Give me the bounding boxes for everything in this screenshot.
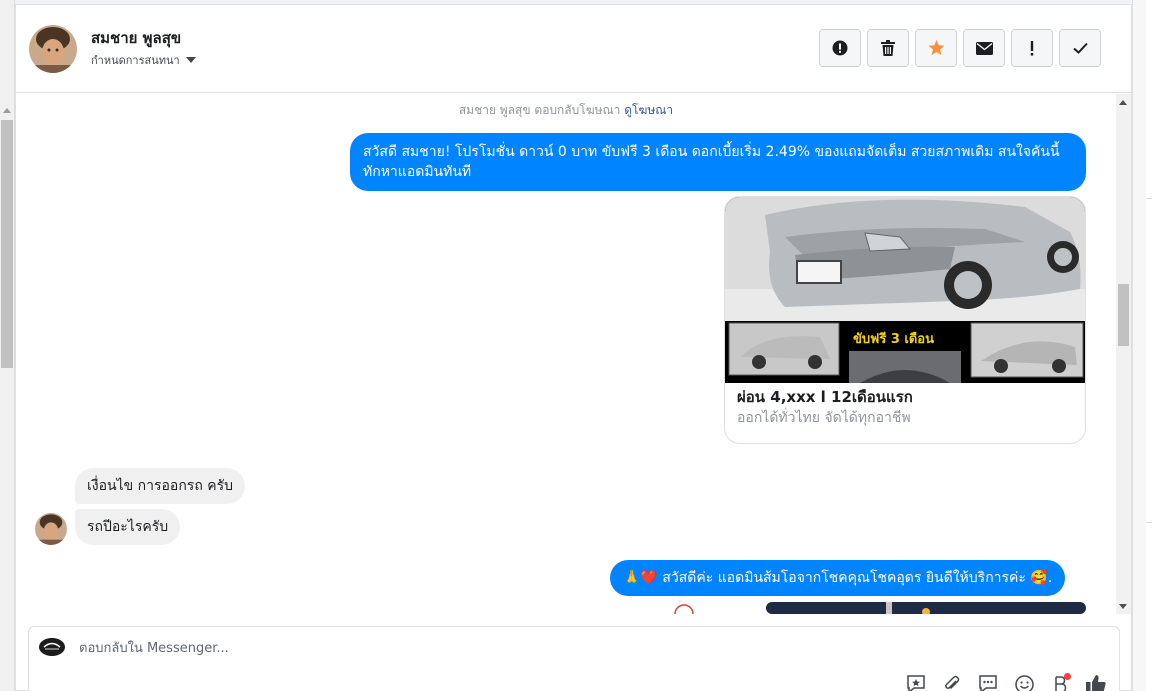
page-avatar bbox=[39, 637, 65, 657]
divider bbox=[1146, 198, 1152, 199]
exclamation-circle-icon bbox=[832, 40, 848, 56]
page-root: สมชาย พูลสุข กำหนดการสนทนา สมชาย พูลสุข … bbox=[0, 0, 1152, 691]
delete-button[interactable] bbox=[867, 29, 909, 67]
smiley-icon bbox=[1014, 674, 1034, 691]
composer-toolbar bbox=[905, 673, 1107, 691]
divider bbox=[1146, 522, 1152, 523]
page-message-bubble[interactable]: สวัสดี สมชาย! โปรโมชั่น ดาวน์ 0 บาท ขับฟ… bbox=[350, 133, 1086, 191]
reply-composer bbox=[28, 626, 1120, 691]
label-dropdown[interactable]: กำหนดการสนทนา bbox=[91, 51, 196, 69]
saved-reply-icon bbox=[907, 675, 925, 691]
customer-message-bubble[interactable]: เงื่อนไข การออกรถ ครับ bbox=[75, 468, 246, 504]
ad-reply-notice: สมชาย พูลสุข ตอบกลับโฆษณา ดูโฆษณา bbox=[16, 101, 1116, 120]
label-dropdown-text: กำหนดการสนทนา bbox=[91, 54, 180, 67]
customer-avatar[interactable] bbox=[35, 513, 67, 545]
left-scrollbar[interactable] bbox=[0, 0, 15, 691]
mark-unread-button[interactable] bbox=[963, 29, 1005, 67]
emoji-button[interactable] bbox=[1013, 673, 1035, 691]
important-button[interactable] bbox=[1011, 29, 1053, 67]
scroll-up-arrow-icon[interactable] bbox=[3, 108, 11, 113]
saved-reply-button[interactable] bbox=[905, 673, 927, 691]
customer-message-bubble[interactable]: รถปีอะไรครับ bbox=[75, 509, 181, 545]
attach-button[interactable] bbox=[941, 673, 963, 691]
star-icon bbox=[928, 40, 944, 56]
notification-dot bbox=[1064, 673, 1071, 680]
ad-car-image[interactable]: ขับฟรี 3 เดือน bbox=[725, 197, 1086, 383]
paperclip-icon bbox=[945, 675, 960, 690]
star-button[interactable] bbox=[915, 29, 957, 67]
ad-subtitle: ออกได้ทั่วไทย จัดได้ทุกอาชีพ bbox=[737, 410, 911, 426]
contact-avatar[interactable] bbox=[29, 25, 77, 73]
scroll-down-arrow-icon[interactable] bbox=[1119, 604, 1127, 609]
like-button[interactable] bbox=[1085, 673, 1107, 691]
conversation-header: สมชาย พูลสุข กำหนดการสนทนา bbox=[16, 5, 1131, 93]
caret-down-icon bbox=[185, 57, 196, 63]
message-text: เงื่อนไข การออกรถ ครับ bbox=[87, 478, 234, 494]
view-ad-link[interactable]: ดูโฆษณา bbox=[624, 103, 673, 117]
message-text: รถปีอะไรครับ bbox=[87, 519, 169, 535]
message-list[interactable]: สมชาย พูลสุข ตอบกลับโฆษณา ดูโฆษณา สวัสดี… bbox=[16, 94, 1116, 614]
thumbs-up-icon bbox=[1086, 675, 1106, 691]
reply-input[interactable] bbox=[79, 637, 779, 659]
done-button[interactable] bbox=[1059, 29, 1101, 67]
chat-bubble-icon bbox=[979, 675, 997, 691]
page-message-bubble[interactable]: 🙏❤️ สวัสดีค่ะ แอดมินส้มโอจากโชคคุณโชคอุด… bbox=[610, 560, 1066, 596]
ad-reply-notice-text: สมชาย พูลสุข ตอบกลับโฆษณา bbox=[458, 103, 621, 117]
action-toolbar bbox=[819, 29, 1101, 67]
trash-icon bbox=[881, 40, 895, 56]
report-spam-button[interactable] bbox=[819, 29, 861, 67]
message-text: 🙏❤️ สวัสดีค่ะ แอดมินส้มโอจากโชคคุณโชคอุด… bbox=[623, 570, 1053, 586]
message-scrollbar[interactable] bbox=[1116, 94, 1131, 614]
scrollbar-thumb[interactable] bbox=[1, 120, 13, 368]
outer-scrollbar-track[interactable] bbox=[1132, 0, 1146, 691]
ad-card[interactable]: ขับฟรี 3 เดือน ผ่อน 4,xxx l 12เดือนแรก อ… bbox=[724, 196, 1086, 444]
scroll-up-arrow-icon[interactable] bbox=[1119, 100, 1127, 105]
quick-reply-button[interactable] bbox=[977, 673, 999, 691]
scrollbar-thumb[interactable] bbox=[1118, 284, 1129, 346]
envelope-icon bbox=[975, 41, 993, 55]
ad-image-caption: ขับฟรี 3 เดือน bbox=[853, 331, 934, 347]
payment-button[interactable] bbox=[1049, 673, 1071, 691]
right-edge-strip bbox=[1132, 0, 1152, 691]
next-image-preview[interactable] bbox=[636, 602, 1086, 614]
check-icon bbox=[1072, 42, 1088, 54]
conversation-panel: สมชาย พูลสุข กำหนดการสนทนา สมชาย พูลสุข … bbox=[15, 4, 1132, 691]
ad-title: ผ่อน 4,xxx l 12เดือนแรก bbox=[737, 388, 913, 406]
message-text: สวัสดี สมชาย! โปรโมชั่น ดาวน์ 0 บาท ขับฟ… bbox=[363, 144, 1060, 180]
exclamation-icon bbox=[1030, 40, 1034, 56]
contact-name: สมชาย พูลสุข bbox=[91, 29, 182, 47]
